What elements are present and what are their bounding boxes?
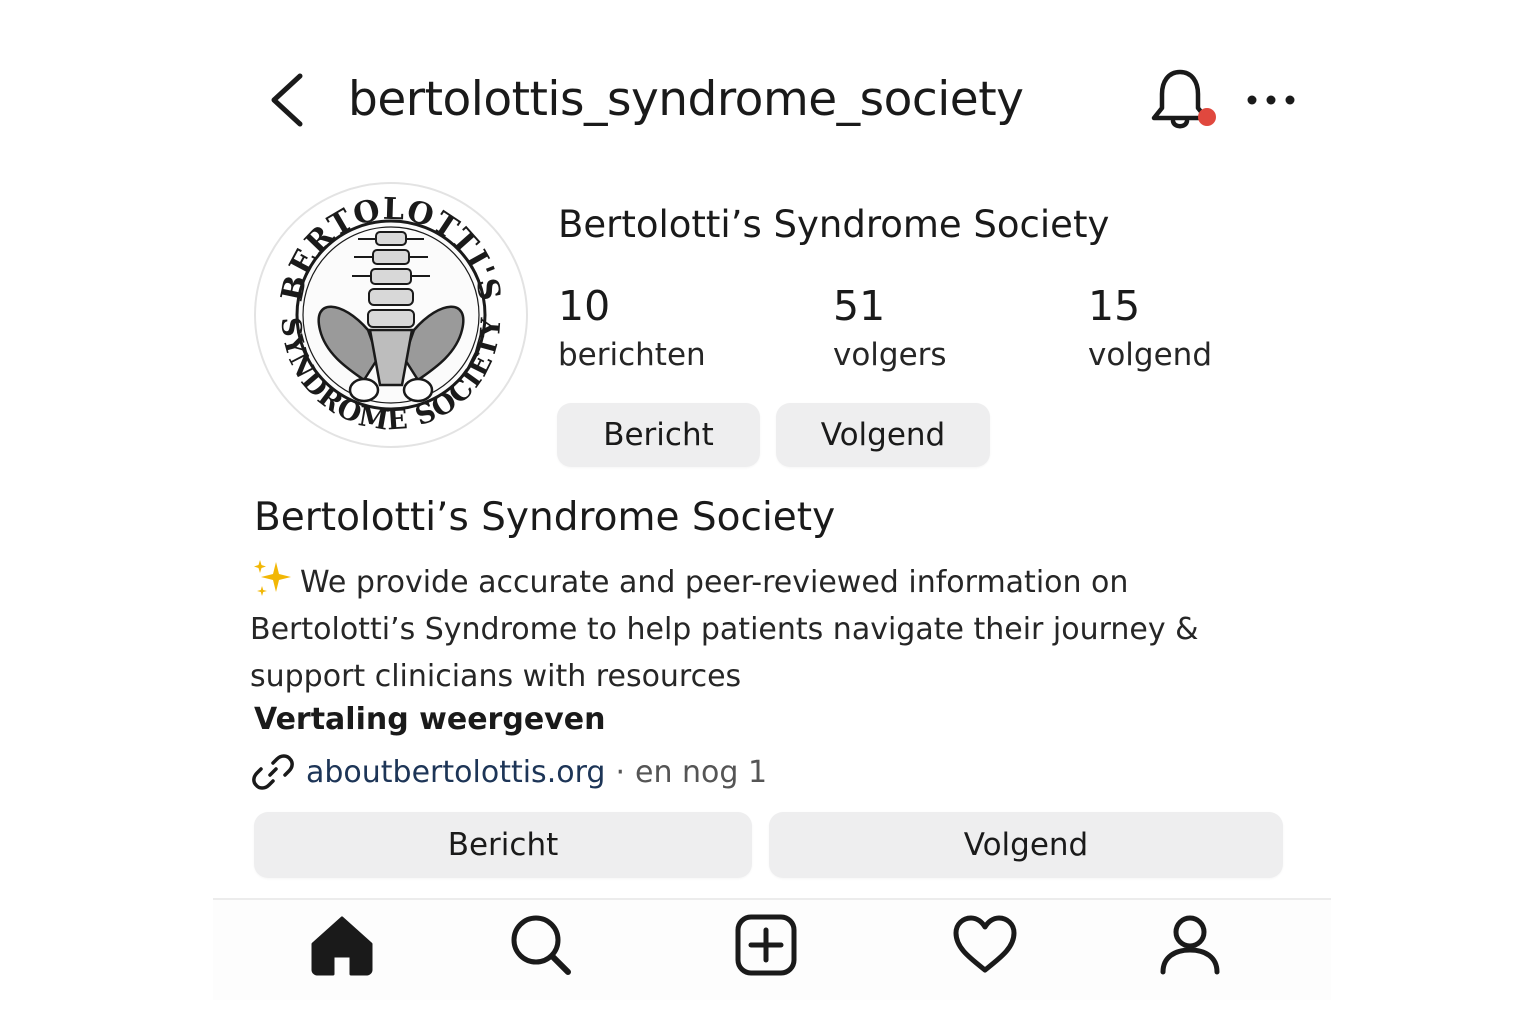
following-button-top[interactable]: Volgend — [776, 403, 990, 467]
stat-followers-label: volgers — [833, 337, 947, 373]
more-options-button[interactable] — [1244, 82, 1300, 118]
profile-avatar[interactable]: BERTOLOTTI'S SYNDROME SOCIETY — [252, 180, 530, 450]
tab-create[interactable] — [731, 910, 801, 980]
bio-name: Bertolotti’s Syndrome Society — [254, 495, 836, 540]
stat-posts-label: berichten — [558, 337, 706, 373]
search-icon — [511, 915, 571, 975]
bio-text: We provide accurate and peer-reviewed in… — [250, 565, 1199, 694]
sparkles-icon — [254, 560, 291, 596]
tab-profile[interactable] — [1155, 910, 1225, 980]
notifications-button[interactable] — [1148, 66, 1220, 132]
following-button[interactable]: Volgend — [769, 812, 1283, 878]
profile-username: bertolottis_syndrome_society — [348, 72, 1024, 127]
home-icon — [311, 916, 373, 976]
stat-following[interactable]: 15 volgend — [1088, 280, 1212, 378]
link-separator: · — [615, 754, 625, 790]
stat-following-count: 15 — [1088, 282, 1141, 330]
message-button[interactable]: Bericht — [254, 812, 752, 878]
society-logo: BERTOLOTTI'S SYNDROME SOCIETY — [254, 182, 528, 448]
notification-dot — [1198, 108, 1216, 126]
profile-icon — [1160, 915, 1220, 975]
stat-posts[interactable]: 10 berichten — [558, 280, 706, 378]
more-links-button[interactable]: en nog 1 — [635, 755, 767, 790]
top-bar: bertolottis_syndrome_society — [0, 0, 1536, 200]
chevron-left-icon — [271, 73, 303, 127]
profile-page: bertolottis_syndrome_society BERTOLOTTI'… — [0, 0, 1536, 1024]
tab-activity[interactable] — [950, 910, 1020, 980]
heart-icon — [953, 915, 1017, 973]
create-icon — [735, 914, 797, 976]
bio-text-block: We provide accurate and peer-reviewed in… — [250, 556, 1290, 700]
bell-icon — [1151, 69, 1216, 129]
stat-followers[interactable]: 51 volgers — [833, 280, 947, 378]
tab-home[interactable] — [307, 910, 377, 980]
stat-following-label: volgend — [1088, 337, 1212, 373]
see-translation-link[interactable]: Vertaling weergeven — [254, 697, 605, 743]
back-button[interactable] — [262, 70, 312, 130]
link-icon — [252, 754, 294, 790]
stat-followers-count: 51 — [833, 282, 886, 330]
website-link[interactable]: aboutbertolottis.org — [306, 755, 605, 790]
stat-posts-count: 10 — [558, 282, 611, 330]
message-button-top[interactable]: Bericht — [557, 403, 760, 467]
tab-search[interactable] — [506, 910, 576, 980]
more-horizontal-icon — [1247, 95, 1295, 105]
bio-links-row: aboutbertolottis.org · en nog 1 — [252, 748, 767, 796]
profile-display-name: Bertolotti’s Syndrome Society — [558, 203, 1110, 246]
